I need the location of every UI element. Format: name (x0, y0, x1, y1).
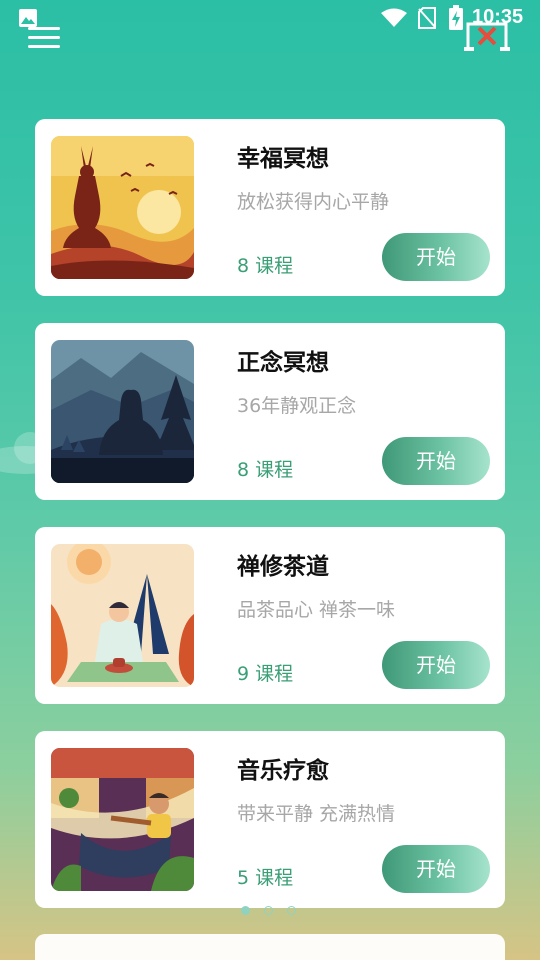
course-card-partial[interactable] (35, 934, 505, 960)
start-button[interactable]: 开始 (382, 233, 490, 281)
menu-button[interactable] (28, 24, 62, 52)
course-count: 5 课程 (237, 867, 294, 889)
hamburger-menu-icon (28, 27, 60, 30)
page-dot-active[interactable] (241, 906, 250, 915)
tea-ceremony-icon (51, 544, 194, 687)
no-sim-icon (418, 7, 436, 29)
course-subtitle: 品茶品心 禅茶一味 (237, 599, 396, 621)
course-title: 正念冥想 (237, 350, 329, 376)
course-subtitle: 放松获得内心平静 (237, 191, 390, 213)
start-button[interactable]: 开始 (382, 437, 490, 485)
start-button[interactable]: 开始 (382, 641, 490, 689)
page-dot[interactable] (264, 906, 273, 915)
course-title: 禅修茶道 (237, 554, 329, 580)
course-card[interactable]: 正念冥想 36年静观正念 8 课程 开始 (35, 323, 505, 500)
page-indicator (241, 906, 301, 918)
start-button[interactable]: 开始 (382, 845, 490, 893)
page-dot[interactable] (287, 906, 296, 915)
course-count: 8 课程 (237, 459, 294, 481)
screen-cast-off-icon[interactable] (462, 20, 512, 54)
course-title: 音乐疗愈 (237, 758, 329, 784)
course-title: 幸福冥想 (237, 146, 329, 172)
course-count: 8 课程 (237, 255, 294, 277)
buddha-mountains-icon (51, 340, 194, 483)
course-card[interactable]: 音乐疗愈 带来平静 充满热情 5 课程 开始 (35, 731, 505, 908)
course-card[interactable]: 禅修茶道 品茶品心 禅茶一味 9 课程 开始 (35, 527, 505, 704)
status-bar: 10:35 (0, 0, 540, 36)
yoga-sunset-icon (51, 136, 194, 279)
course-subtitle: 带来平静 充满热情 (237, 803, 396, 825)
wifi-icon (381, 8, 407, 27)
course-count: 9 课程 (237, 663, 294, 685)
music-hammock-icon (51, 748, 194, 891)
course-card[interactable]: 幸福冥想 放松获得内心平静 8 课程 开始 (35, 119, 505, 296)
course-subtitle: 36年静观正念 (237, 395, 357, 417)
